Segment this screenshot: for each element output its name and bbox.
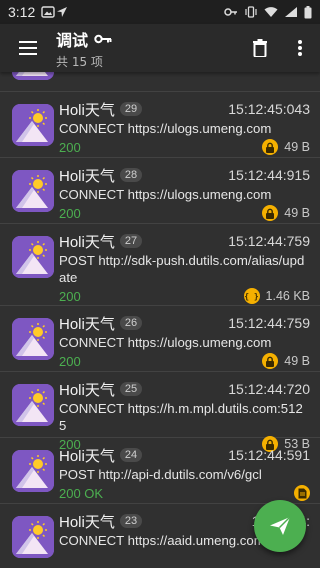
overflow-menu-button[interactable] <box>280 24 320 72</box>
lock-icon <box>262 205 279 221</box>
status-bar: 3:12 <box>0 0 320 24</box>
request-index-badge: 27 <box>119 234 143 248</box>
response-size: 49 B <box>284 206 310 220</box>
status-key-icon <box>224 6 238 18</box>
response-status: 200 <box>59 205 81 221</box>
app-thumbnail-icon <box>12 170 54 212</box>
key-icon <box>94 34 112 43</box>
page-subtitle: 共 15 项 <box>56 54 103 69</box>
request-url: CONNECT https://ulogs.umeng.com <box>59 187 272 202</box>
app-name: Holi天气 <box>59 315 115 333</box>
request-timestamp: 15:12:44:759 <box>228 233 310 249</box>
request-index-badge: 24 <box>119 448 143 462</box>
request-url: POST http://api-d.dutils.com/v6/gcl <box>59 467 262 482</box>
request-url: CONNECT https://ulogs.umeng.com <box>59 335 272 350</box>
app-name: Holi天气 <box>59 381 115 399</box>
request-timestamp: 15:12:44:915 <box>228 167 310 183</box>
request-index-badge: 29 <box>119 102 143 116</box>
request-row[interactable]: Holi天气 26 15:12:44:759 CONNECT https://ulog… <box>0 306 320 372</box>
status-battery-icon <box>304 6 312 19</box>
status-icons <box>224 6 312 19</box>
request-row[interactable]: Holi天气 24 15:12:44:591 POST http://api-d.du… <box>0 438 320 504</box>
request-row[interactable]: CONNECT https://errlog.umeng.com20050 B <box>0 72 320 92</box>
response-size: 49 B <box>284 140 310 154</box>
app-thumbnail-icon <box>12 236 54 278</box>
response-status: 200 <box>59 288 81 304</box>
more-vert-icon <box>298 40 302 56</box>
status-time: 3:12 <box>8 4 36 20</box>
response-size: 1.46 KB <box>265 289 310 303</box>
request-row[interactable]: Holi天气 25 15:12:44:720 CONNECT https://h.m.… <box>0 372 320 452</box>
request-url: POST http://sdk-push.dutils.com/alias/up… <box>59 253 305 285</box>
app-name: Holi天气 <box>59 513 115 531</box>
response-status: 200 OK <box>59 485 104 501</box>
response-size: 49 B <box>284 354 310 368</box>
app-thumbnail-icon <box>12 516 54 558</box>
app-thumbnail-icon <box>12 318 54 360</box>
app-name: Holi天气 <box>59 167 115 185</box>
request-url: CONNECT https://ulogs.umeng.com <box>59 121 272 136</box>
app-bar: 调试 共 15 项 <box>0 24 320 72</box>
request-row[interactable]: Holi天气 28 15:12:44:915 CONNECT https://ulog… <box>0 158 320 224</box>
app-thumbnail-icon <box>12 450 54 492</box>
status-vibrate-icon <box>244 6 258 18</box>
lock-icon <box>262 139 279 155</box>
status-signal-icon <box>284 6 298 18</box>
request-timestamp: 15:12:44:591 <box>228 447 310 463</box>
lock-icon <box>262 353 279 369</box>
response-status: 200 <box>59 353 81 369</box>
delete-button[interactable] <box>240 24 280 72</box>
app-thumbnail-icon <box>12 384 54 426</box>
json-icon: { } <box>243 288 260 304</box>
request-index-badge: 26 <box>119 316 143 330</box>
status-navigation-icon <box>55 6 69 18</box>
request-index-badge: 28 <box>119 168 143 182</box>
app-name: Holi天气 <box>59 101 115 119</box>
status-wifi-icon <box>264 6 278 18</box>
send-fab[interactable] <box>254 500 306 552</box>
status-photo-icon <box>41 6 55 18</box>
request-row[interactable]: Holi天气 29 15:12:45:043 CONNECT https://ulog… <box>0 92 320 158</box>
request-row[interactable]: Holi天气 27 15:12:44:759 POST http://sdk-push… <box>0 224 320 306</box>
send-icon <box>270 516 291 535</box>
app-thumbnail-icon <box>12 104 54 146</box>
page-title: 调试 <box>56 30 89 50</box>
app-name: Holi天气 <box>59 233 115 251</box>
app-bar-titles: 调试 共 15 项 <box>56 27 240 70</box>
doc-icon <box>294 485 310 501</box>
request-timestamp: 15:12:45:043 <box>228 101 310 117</box>
app-name: Holi天气 <box>59 447 115 465</box>
request-url: CONNECT https://h.m.mpl.dutils.com:5125 <box>59 401 303 433</box>
request-index-badge: 25 <box>119 382 143 396</box>
trash-icon <box>253 39 267 57</box>
request-timestamp: 15:12:44:759 <box>228 315 310 331</box>
menu-button[interactable] <box>0 24 56 72</box>
request-index-badge: 23 <box>119 514 143 528</box>
app-thumbnail-icon <box>12 72 54 80</box>
menu-icon <box>19 41 37 55</box>
request-timestamp: 15:12:44:720 <box>228 381 310 397</box>
request-list[interactable]: CONNECT https://errlog.umeng.com20050 BH… <box>0 72 320 568</box>
response-status: 200 <box>59 139 81 155</box>
